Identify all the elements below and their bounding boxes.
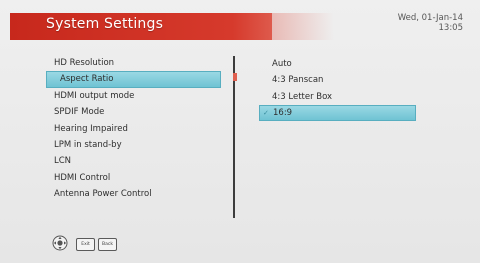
menu-item-label: Aspect Ratio bbox=[60, 74, 114, 85]
settings-menu: HD Resolution Aspect Ratio HDMI output m… bbox=[46, 55, 221, 203]
menu-item-label: HD Resolution bbox=[54, 58, 115, 68]
menu-item-label: HDMI output mode bbox=[54, 90, 135, 101]
menu-item-hd-resolution[interactable]: HD Resolution bbox=[46, 55, 221, 71]
menu-item-hdmi-control[interactable]: HDMI Control bbox=[46, 170, 221, 186]
option-list: Auto 4:3 Panscan 4:3 Letter Box ✓ 16:9 bbox=[259, 56, 419, 122]
option-label: Auto bbox=[272, 59, 292, 69]
option-4-3-panscan[interactable]: 4:3 Panscan bbox=[259, 72, 419, 88]
option-16-9[interactable]: ✓ 16:9 bbox=[259, 104, 416, 122]
option-label: 4:3 Letter Box bbox=[272, 91, 333, 102]
menu-item-lcn[interactable]: LCN bbox=[46, 153, 221, 169]
menu-item-label: SPDIF Mode bbox=[54, 107, 105, 118]
menu-item-label: HDMI Control bbox=[54, 172, 111, 183]
exit-button[interactable]: Exit bbox=[76, 238, 95, 251]
date-time: Wed, 01-Jan-14 13:05 bbox=[398, 13, 463, 33]
tv-screen: System Settings Wed, 01-Jan-14 13:05 HD … bbox=[0, 0, 480, 263]
menu-item-hearing-impaired[interactable]: Hearing Impaired bbox=[46, 121, 221, 137]
option-label: 4:3 Panscan bbox=[272, 75, 324, 86]
menu-item-label: LCN bbox=[54, 156, 72, 167]
selected-check-icon: ✓ bbox=[263, 108, 269, 117]
date-label: Wed, 01-Jan-14 bbox=[397, 13, 463, 23]
menu-item-spdif-mode[interactable]: SPDIF Mode bbox=[46, 104, 221, 120]
title-bar-fade bbox=[272, 13, 334, 40]
menu-item-label: Hearing Impaired bbox=[54, 123, 128, 134]
menu-item-lpm-standby[interactable]: LPM in stand-by bbox=[46, 137, 221, 153]
option-auto[interactable]: Auto bbox=[259, 56, 419, 72]
menu-item-antenna-power-control[interactable]: Antenna Power Control bbox=[46, 186, 221, 202]
back-button[interactable]: Back bbox=[98, 238, 117, 251]
page-title: System Settings bbox=[46, 16, 164, 32]
menu-item-label: LPM in stand-by bbox=[54, 139, 122, 150]
option-4-3-letter-box[interactable]: 4:3 Letter Box bbox=[259, 89, 419, 105]
navigation-dpad-icon bbox=[51, 235, 69, 251]
menu-item-aspect-ratio[interactable]: Aspect Ratio bbox=[46, 71, 221, 88]
menu-item-label: Antenna Power Control bbox=[54, 189, 152, 200]
title-bar: System Settings bbox=[10, 13, 272, 40]
time-label: 13:05 bbox=[438, 23, 464, 33]
focus-indicator bbox=[233, 73, 237, 81]
option-label: 16:9 bbox=[273, 107, 293, 118]
menu-item-hdmi-output-mode[interactable]: HDMI output mode bbox=[46, 88, 221, 104]
